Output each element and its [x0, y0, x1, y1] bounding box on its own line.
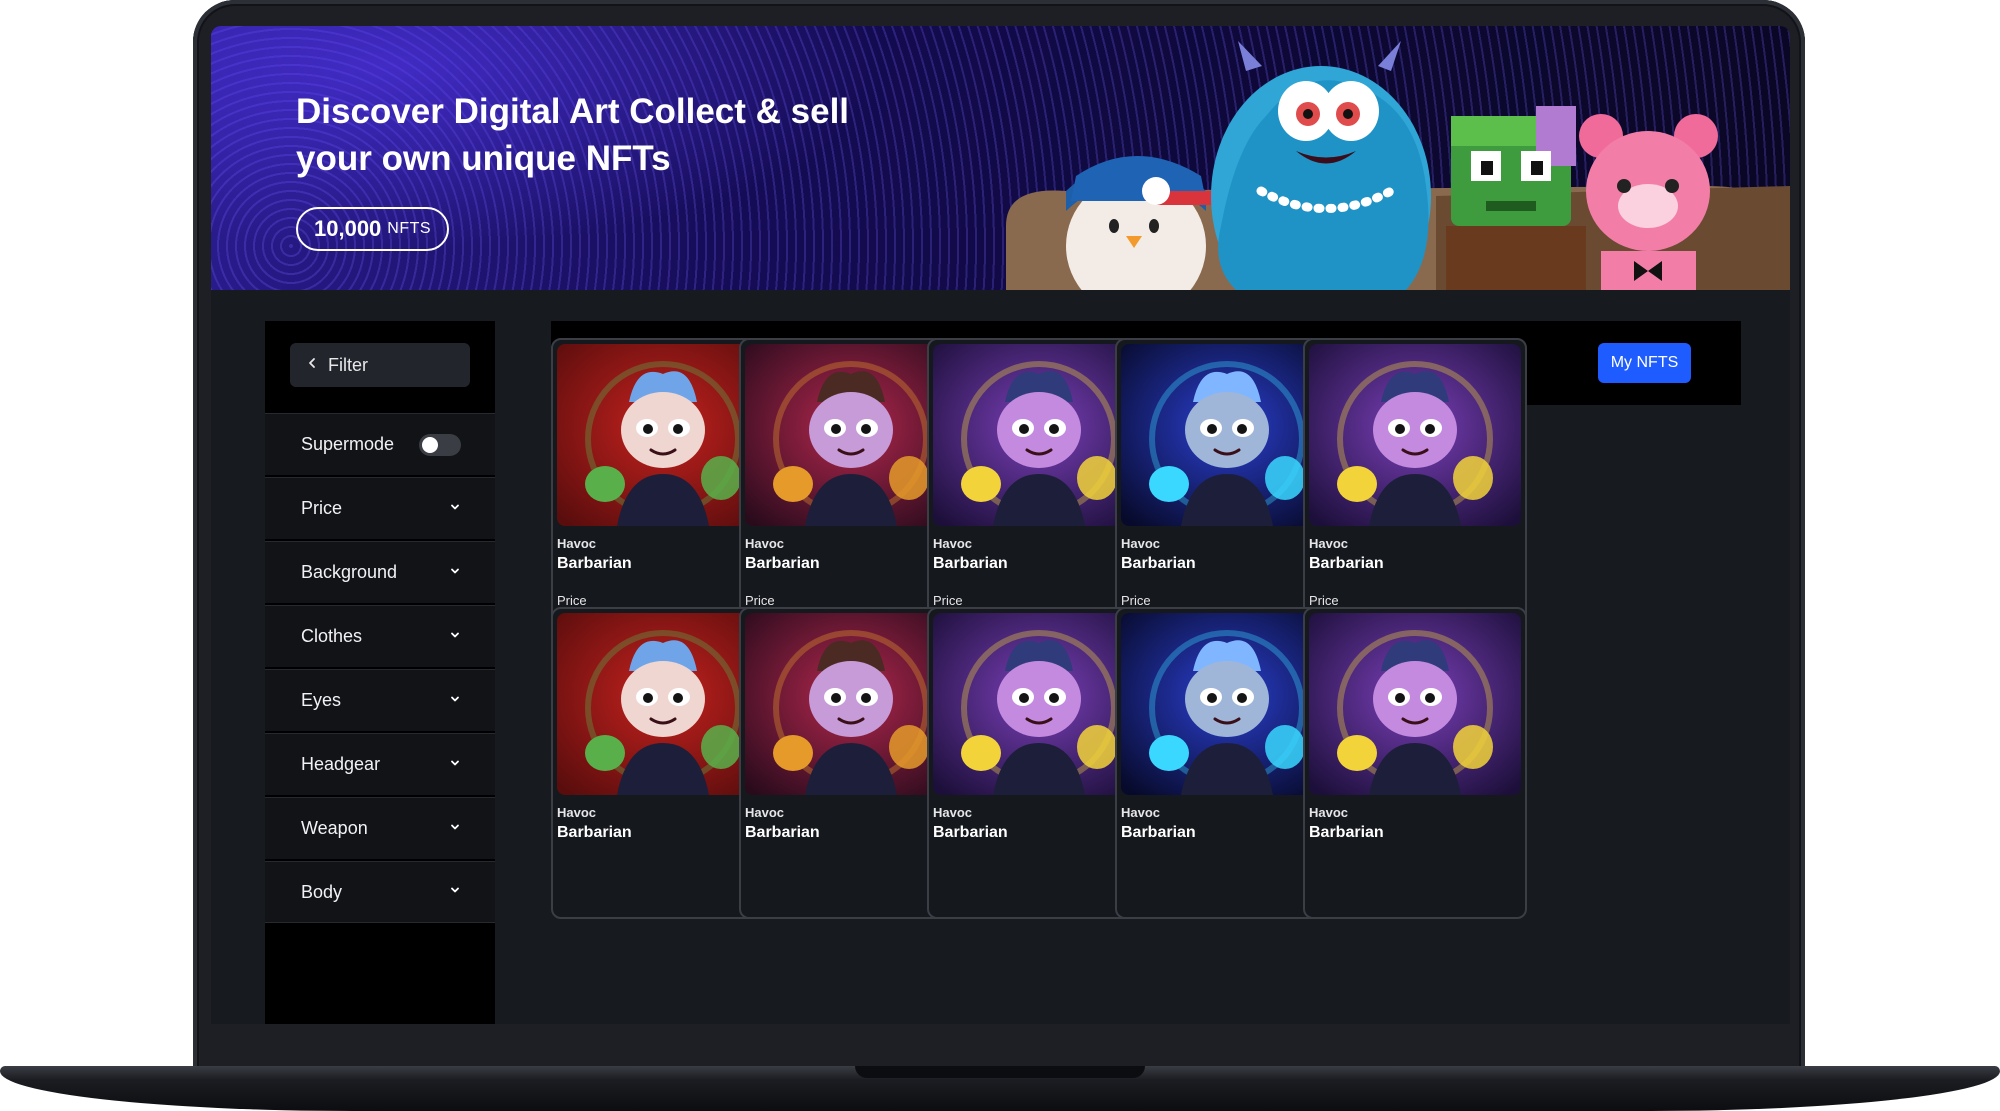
supermode-toggle[interactable]: [419, 433, 461, 456]
filter-item-label: Clothes: [301, 626, 363, 646]
nft-collection: Havoc: [557, 536, 597, 551]
filter-item-headgear[interactable]: Headgear: [265, 733, 495, 795]
nft-name: Barbarian: [1121, 824, 1196, 841]
nft-collection: Havoc: [745, 536, 785, 551]
nft-image: [1309, 613, 1521, 795]
nft-price-label: Price: [933, 593, 963, 608]
nft-price-label: Price: [745, 593, 775, 608]
filter-item-label: Headgear: [301, 754, 381, 774]
filter-item-eyes[interactable]: Eyes: [265, 669, 495, 731]
chevron-down-icon: [449, 692, 461, 710]
supermode-label: Supermode: [301, 434, 395, 454]
nft-name: Barbarian: [557, 824, 632, 841]
my-nfts-button[interactable]: My NFTS: [1598, 343, 1691, 383]
nft-name: Barbarian: [745, 824, 820, 841]
nft-collection: Havoc: [1309, 805, 1349, 820]
chevron-left-icon: [306, 356, 318, 374]
chevron-down-icon: [449, 756, 461, 774]
nft-image: [745, 613, 957, 795]
chevron-down-icon: [449, 564, 461, 582]
nft-image: [1121, 613, 1333, 795]
chevron-down-icon: [449, 500, 461, 518]
chevron-down-icon: [449, 883, 461, 901]
nft-name: Barbarian: [1309, 555, 1384, 572]
nft-name: Barbarian: [1309, 824, 1384, 841]
filter-label: Filter: [328, 354, 368, 375]
nft-image: [933, 613, 1145, 795]
nft-price-label: Price: [1121, 593, 1151, 608]
filter-item-label: Background: [301, 562, 398, 582]
nft-collection: Havoc: [1121, 536, 1161, 551]
nft-image: [1121, 344, 1333, 526]
nft-collection: Havoc: [933, 805, 973, 820]
laptop-notch: [855, 1066, 1145, 1078]
nft-image: [933, 344, 1145, 526]
nft-collection: Havoc: [557, 805, 597, 820]
nft-image: [745, 344, 957, 526]
nft-price-label: Price: [557, 593, 587, 608]
app-screen: Discover Digital Art Collect & sell your…: [211, 26, 1790, 1024]
nft-collection: Havoc: [1121, 805, 1161, 820]
nft-count-badge: 10,000 NFTS: [296, 207, 450, 251]
nft-card[interactable]: Havoc Barbarian: [1303, 607, 1527, 919]
hero-characters-illustration: [1006, 41, 1790, 290]
nft-image: [1309, 344, 1521, 526]
toggle-knob: [422, 436, 438, 453]
filter-item-label: Eyes: [301, 690, 342, 710]
chevron-down-icon: [449, 820, 461, 838]
filter-item-price[interactable]: Price: [265, 477, 495, 539]
filter-item-label: Weapon: [301, 818, 368, 838]
nft-count-label: NFTS: [387, 220, 432, 237]
nft-name: Barbarian: [557, 555, 632, 572]
filter-item-label: Price: [301, 498, 343, 518]
nft-price-label: Price: [1309, 593, 1339, 608]
hero-banner: Discover Digital Art Collect & sell your…: [211, 26, 1790, 290]
supermode-row: Supermode: [265, 413, 495, 475]
nft-count-value: 10,000: [314, 216, 382, 241]
filter-sidebar: Filter Supermode Price Background Clothe…: [265, 321, 495, 1024]
nft-image: [557, 613, 769, 795]
hero-title: Discover Digital Art Collect & sell your…: [296, 92, 850, 178]
filter-item-label: Body: [301, 881, 343, 902]
filter-item-background[interactable]: Background: [265, 541, 495, 603]
nft-name: Barbarian: [933, 824, 1008, 841]
nft-card[interactable]: Havoc BarbarianPrice 12.5 ETH: [1303, 338, 1527, 650]
nft-collection: Havoc: [933, 536, 973, 551]
nft-name: Barbarian: [1121, 555, 1196, 572]
nft-name: Barbarian: [745, 555, 820, 572]
filter-item-weapon[interactable]: Weapon: [265, 797, 495, 859]
nft-name: Barbarian: [933, 555, 1008, 572]
nft-collection: Havoc: [745, 805, 785, 820]
chevron-down-icon: [449, 628, 461, 646]
filter-item-clothes[interactable]: Clothes: [265, 605, 495, 667]
nft-collection: Havoc: [1309, 536, 1349, 551]
nft-image: [557, 344, 769, 526]
filter-toggle-button[interactable]: Filter: [290, 343, 470, 387]
filter-item-body[interactable]: Body: [265, 861, 495, 923]
